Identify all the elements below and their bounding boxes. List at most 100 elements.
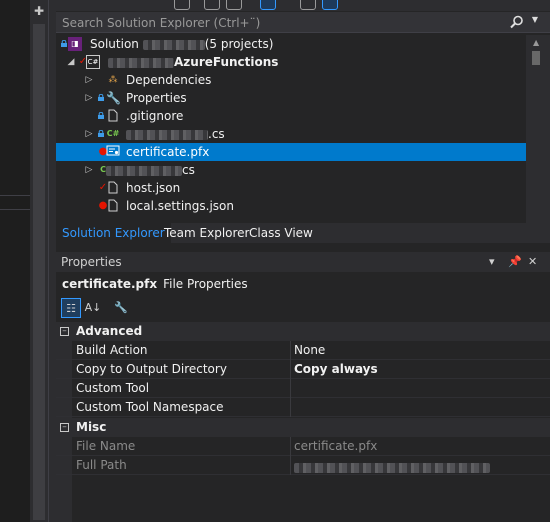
property-value: certificate.pfx [294,439,378,453]
tree-item-label: .gitignore [126,109,184,123]
tree-item-label: host.json [126,181,181,195]
editor-divider [0,209,30,210]
csharp-project-icon: C# [86,55,100,69]
tree-item-label: Properties [126,91,187,105]
property-row[interactable]: Copy to Output Directory Copy always [56,360,550,379]
properties-object-selector[interactable]: certificate.pfx File Properties [56,274,550,294]
properties-button[interactable] [300,0,316,10]
property-row[interactable]: Full Path [56,456,550,475]
preview-button[interactable] [260,0,276,10]
panel-splitter[interactable] [48,0,56,522]
tree-item-project[interactable]: ◢ ✓ C# AzureFunctions [56,53,526,71]
collapse-icon[interactable]: – [60,327,69,336]
property-name: Copy to Output Directory [76,362,227,376]
categorized-icon[interactable]: ☷ [61,298,81,318]
property-row[interactable]: Build Action None [56,341,550,360]
certificate-icon [106,145,120,159]
wrench-icon: 🔧 [106,91,121,105]
editor-scrollbar[interactable]: ✚ [30,0,48,522]
property-name: File Name [76,439,136,453]
property-value[interactable]: Copy always [294,360,378,379]
solution-project-count: (5 projects) [204,37,274,51]
csharp-file-icon: C# [106,129,120,138]
redacted-text [142,39,205,50]
tree-item-cs-file[interactable]: ▷ C# .cs [56,125,526,143]
redacted-text [106,165,182,176]
json-file-icon [106,181,120,195]
tree-item-label: Dependencies [126,73,212,87]
project-label: AzureFunctions [174,55,279,69]
tree-scrollbar[interactable]: ▲ [526,35,550,223]
tree-item-label: certificate.pfx [126,145,210,159]
chevron-right-icon[interactable]: ▷ [84,125,94,143]
json-file-icon [106,199,120,213]
tree-item-properties[interactable]: ▷ 🔧 Properties [56,89,526,107]
editor-divider [0,195,30,196]
lock-icon [98,112,104,119]
scrollbar-thumb[interactable] [532,51,540,65]
tab-class-view[interactable]: Class View [243,223,319,243]
tree-item-label: cs [182,163,195,177]
split-icon[interactable]: ✚ [32,4,46,18]
show-all-files-button[interactable] [226,0,242,10]
collapse-button[interactable] [204,0,220,10]
property-name: Build Action [76,343,148,357]
lock-icon [61,40,67,47]
property-pages-icon[interactable]: 🔧 [111,298,131,318]
sort-alphabetical-icon[interactable]: A↓ [83,298,103,318]
tree-item-solution[interactable]: ◨ Solution (5 projects) [56,35,526,53]
search-input[interactable] [56,12,506,33]
property-name: Custom Tool [76,381,150,395]
properties-toolbar: ☷ A↓ 🔧 [56,296,550,320]
solution-label: Solution [90,37,139,51]
tree-item-local-settings[interactable]: ● local.settings.json [56,197,526,215]
scrollbar-track[interactable] [33,24,45,520]
property-name: Custom Tool Namespace [76,400,224,414]
chevron-up-icon[interactable]: ▲ [533,38,539,47]
property-row[interactable]: Custom Tool [56,379,550,398]
properties-title: Properties [61,255,122,269]
solution-explorer-toolbar [56,0,550,11]
category-label: Misc [76,420,107,434]
editor-edge [0,0,30,522]
property-row[interactable]: Custom Tool Namespace [56,398,550,417]
object-type: File Properties [163,277,248,291]
view-button[interactable] [322,0,338,10]
solution-tree: ◨ Solution (5 projects) ◢ ✓ C# AzureFunc… [56,35,526,223]
chevron-right-icon[interactable]: ▷ [84,161,94,179]
dependencies-icon: ⁂ [108,75,118,85]
tab-solution-explorer[interactable]: Solution Explorer [56,223,171,243]
search-icon[interactable] [510,15,524,29]
category-misc[interactable]: – Misc [56,418,550,437]
property-name: Full Path [76,458,127,472]
tree-item-dependencies[interactable]: ▷ ⁂ Dependencies [56,71,526,89]
file-icon [106,109,120,123]
object-name: certificate.pfx [62,277,158,291]
chevron-right-icon[interactable]: ▷ [84,89,94,107]
category-label: Advanced [76,324,143,338]
tree-item-cs-file[interactable]: ▷ C cs [56,161,526,179]
tree-item-gitignore[interactable]: .gitignore [56,107,526,125]
pin-icon[interactable]: 📌 [508,252,522,272]
close-icon[interactable]: ✕ [528,252,537,272]
tree-item-label: .cs [208,127,225,141]
redacted-text [126,129,208,140]
tab-team-explorer[interactable]: Team Explorer [158,223,256,243]
chevron-down-icon[interactable]: ▼ [532,15,538,24]
tree-item-host-json[interactable]: ✓ host.json [56,179,526,197]
dropdown-arrow-icon[interactable]: ▾ [489,252,495,272]
solution-explorer-panel: ▼ ◨ Solution (5 projects) ◢ ✓ C# AzureFu… [56,0,550,522]
property-row[interactable]: File Name certificate.pfx [56,437,550,456]
sync-button[interactable] [174,0,190,10]
chevron-right-icon[interactable]: ▷ [84,71,94,89]
tree-item-certificate[interactable]: ● certificate.pfx [56,143,526,161]
lock-icon [98,94,104,101]
redacted-text [108,57,174,68]
properties-header: Properties ▾ 📌 ✕ [56,252,550,272]
property-grid: – Advanced Build Action None Copy to Out… [56,322,550,522]
search-box: ▼ [56,12,550,33]
property-value[interactable]: None [294,341,325,360]
category-advanced[interactable]: – Advanced [56,322,550,341]
collapse-icon[interactable]: – [60,423,69,432]
chevron-down-icon[interactable]: ◢ [66,53,76,71]
